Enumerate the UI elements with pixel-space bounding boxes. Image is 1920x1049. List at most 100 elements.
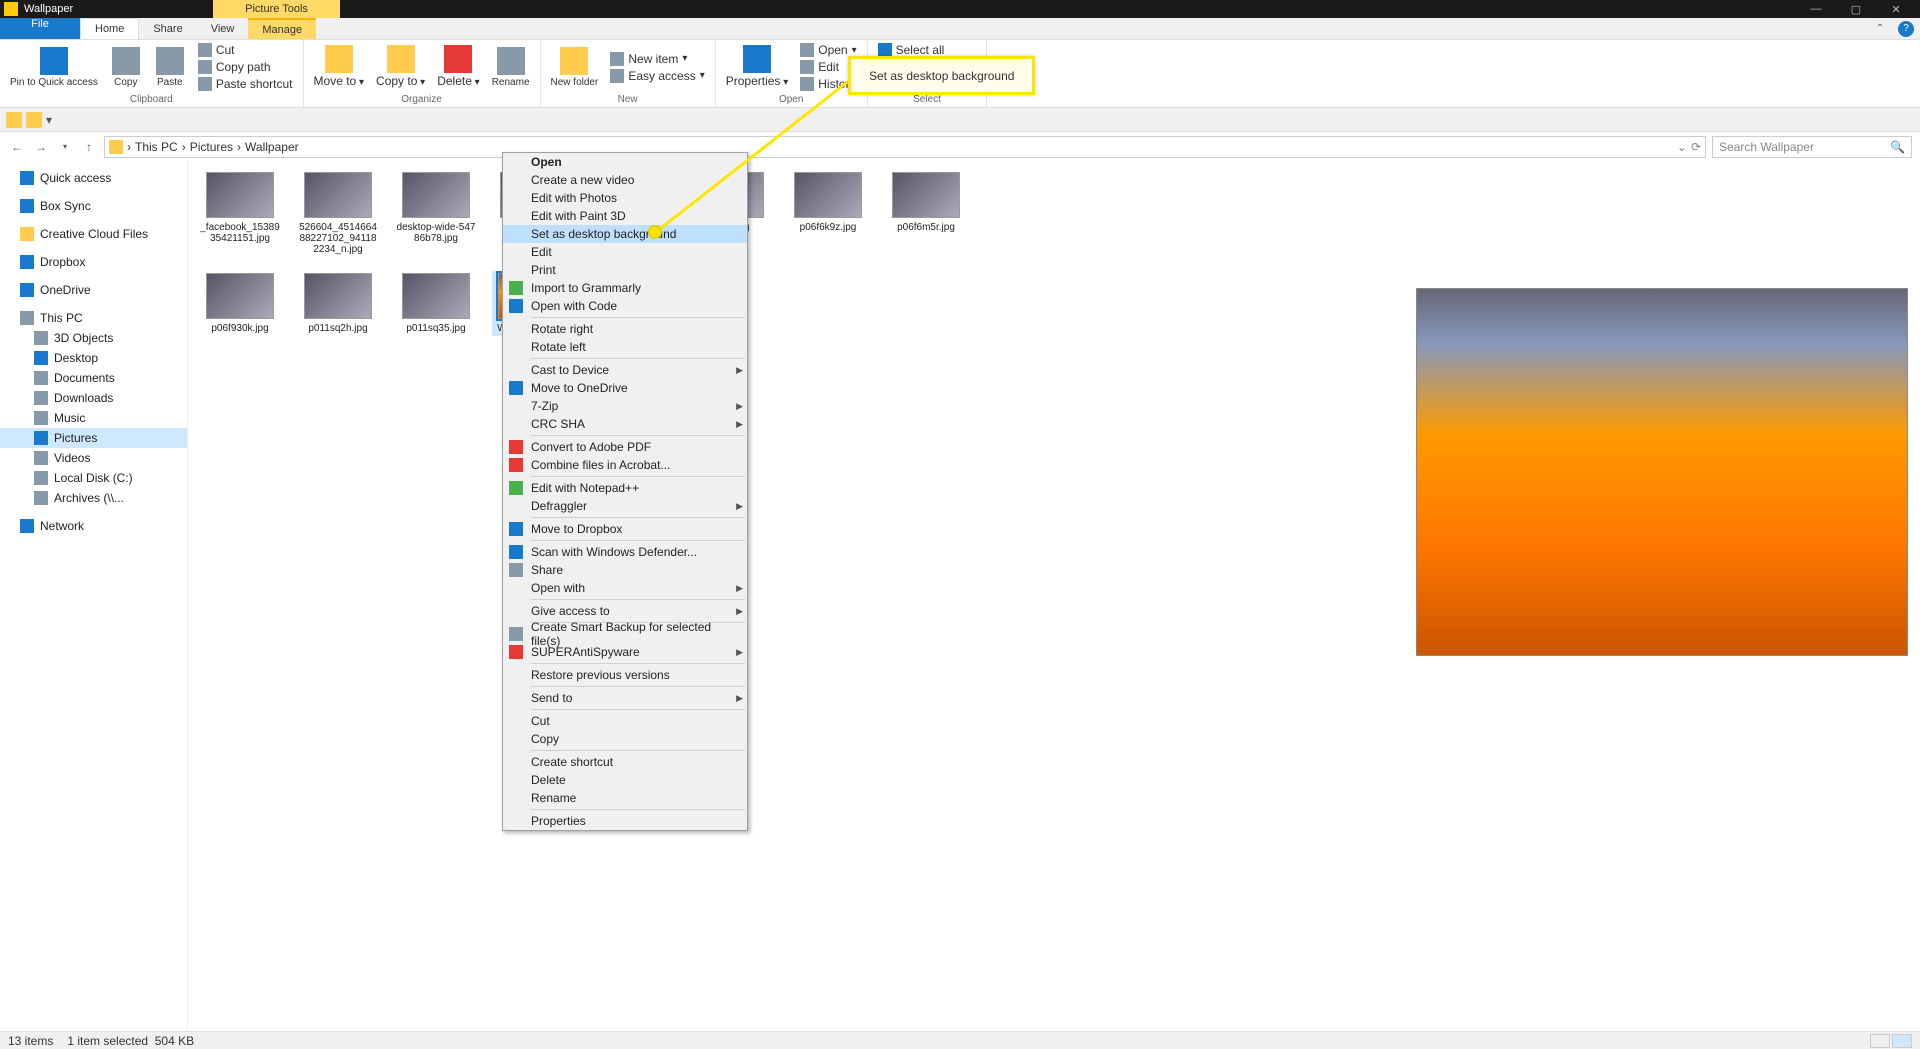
file-item[interactable]: p06f6k9z.jpg (788, 172, 868, 255)
file-item[interactable]: desktop-wide-54786b78.jpg (396, 172, 476, 255)
ctx-create-video[interactable]: Create a new video (503, 171, 747, 189)
up-button[interactable]: ↑ (80, 138, 98, 156)
ctx-rotate-right[interactable]: Rotate right (503, 320, 747, 338)
ctx-open-code[interactable]: Open with Code (503, 297, 747, 315)
ctx-superantispyware[interactable]: SUPERAntiSpyware▶ (503, 643, 747, 661)
sidebar-item-desktop[interactable]: Desktop (0, 348, 187, 368)
tab-share[interactable]: Share (139, 18, 196, 39)
ribbon-expand-icon[interactable]: ⌃ (1872, 21, 1888, 37)
paste-button[interactable]: Paste (150, 45, 190, 90)
copy-button[interactable]: Copy (106, 45, 146, 90)
file-item[interactable]: 526604_451466488227102_941182234_n.jpg (298, 172, 378, 255)
ctx-smart-backup[interactable]: Create Smart Backup for selected file(s) (503, 625, 747, 643)
ctx-restore-previous[interactable]: Restore previous versions (503, 666, 747, 684)
cut-button[interactable]: Cut (194, 42, 297, 58)
new-item-button[interactable]: New item ▾ (606, 51, 708, 67)
ctx-crc-sha[interactable]: CRC SHA▶ (503, 415, 747, 433)
close-button[interactable]: ✕ (1876, 3, 1916, 16)
file-area[interactable]: _facebook_1538935421151.jpg 526604_45146… (188, 160, 1920, 1031)
rename-button[interactable]: Rename (488, 45, 534, 90)
easy-access-button[interactable]: Easy access ▾ (606, 68, 708, 84)
sidebar-item-videos[interactable]: Videos (0, 448, 187, 468)
delete-button[interactable]: Delete ▾ (433, 43, 484, 90)
minimize-button[interactable]: — (1796, 3, 1836, 15)
file-item[interactable]: p06f6m5r.jpg (886, 172, 966, 255)
sidebar-item-documents[interactable]: Documents (0, 368, 187, 388)
ctx-combine-acrobat[interactable]: Combine files in Acrobat... (503, 456, 747, 474)
ctx-edit[interactable]: Edit (503, 243, 747, 261)
ctx-scan-defender[interactable]: Scan with Windows Defender... (503, 543, 747, 561)
tab-home[interactable]: Home (80, 18, 139, 39)
sidebar-item-archives[interactable]: Archives (\\... (0, 488, 187, 508)
sidebar-item-downloads[interactable]: Downloads (0, 388, 187, 408)
ctx-copy[interactable]: Copy (503, 730, 747, 748)
address-dropdown-icon[interactable]: ⌄ (1677, 140, 1687, 154)
ctx-share[interactable]: Share (503, 561, 747, 579)
sidebar-item-dropbox[interactable]: Dropbox (0, 252, 187, 272)
crumb-wallpaper[interactable]: Wallpaper (245, 140, 299, 154)
ctx-print[interactable]: Print (503, 261, 747, 279)
ctx-set-desktop-background[interactable]: Set as desktop background (503, 225, 747, 243)
back-button[interactable]: ← (8, 138, 26, 156)
breadcrumb[interactable]: › This PC › Pictures › Wallpaper ⌄ ⟳ (104, 136, 1706, 158)
copy-to-button[interactable]: Copy to ▾ (372, 43, 429, 90)
recent-dropdown-icon[interactable]: ▾ (56, 138, 74, 156)
ctx-give-access[interactable]: Give access to▶ (503, 602, 747, 620)
ctx-create-shortcut[interactable]: Create shortcut (503, 753, 747, 771)
sidebar-item-this-pc[interactable]: This PC (0, 308, 187, 328)
sidebar-item-onedrive[interactable]: OneDrive (0, 280, 187, 300)
ctx-cut[interactable]: Cut (503, 712, 747, 730)
ctx-properties[interactable]: Properties (503, 812, 747, 830)
sidebar-item-3d-objects[interactable]: 3D Objects (0, 328, 187, 348)
pin-quick-access-button[interactable]: Pin to Quick access (6, 45, 102, 90)
ctx-send-to[interactable]: Send to▶ (503, 689, 747, 707)
move-to-button[interactable]: Move to ▾ (310, 43, 369, 90)
ctx-edit-paint3d[interactable]: Edit with Paint 3D (503, 207, 747, 225)
folder-icon[interactable] (6, 112, 22, 128)
forward-button[interactable]: → (32, 138, 50, 156)
ctx-7zip[interactable]: 7-Zip▶ (503, 397, 747, 415)
properties-button[interactable]: Properties ▾ (722, 43, 793, 90)
ctx-rename[interactable]: Rename (503, 789, 747, 807)
qat-dropdown-icon[interactable]: ▾ (46, 113, 52, 127)
ctx-defraggler[interactable]: Defraggler▶ (503, 497, 747, 515)
help-icon[interactable]: ? (1898, 21, 1914, 37)
sidebar-item-network[interactable]: Network (0, 516, 187, 536)
ctx-cast-device[interactable]: Cast to Device▶ (503, 361, 747, 379)
file-item[interactable]: _facebook_1538935421151.jpg (200, 172, 280, 255)
sidebar-item-quick-access[interactable]: Quick access (0, 168, 187, 188)
file-item[interactable]: p011sq2h.jpg (298, 273, 378, 334)
file-item[interactable]: p06f930k.jpg (200, 273, 280, 334)
sidebar-item-pictures[interactable]: Pictures (0, 428, 187, 448)
ctx-open-with[interactable]: Open with▶ (503, 579, 747, 597)
ctx-convert-pdf[interactable]: Convert to Adobe PDF (503, 438, 747, 456)
ctx-edit-notepadpp[interactable]: Edit with Notepad++ (503, 479, 747, 497)
sidebar-item-local-disk[interactable]: Local Disk (C:) (0, 468, 187, 488)
view-thumbnails-button[interactable] (1892, 1034, 1912, 1048)
tab-file[interactable]: File (0, 18, 80, 39)
ctx-import-grammarly[interactable]: Import to Grammarly (503, 279, 747, 297)
ctx-delete[interactable]: Delete (503, 771, 747, 789)
ctx-open[interactable]: Open (503, 153, 747, 171)
ctx-move-onedrive[interactable]: Move to OneDrive (503, 379, 747, 397)
picture-tools-tab-header[interactable]: Picture Tools (213, 0, 340, 18)
file-item[interactable]: p011sq35.jpg (396, 273, 476, 334)
tab-view[interactable]: View (197, 18, 249, 39)
refresh-icon[interactable]: ⟳ (1691, 140, 1701, 154)
tab-manage[interactable]: Manage (248, 18, 316, 39)
crumb-pictures[interactable]: Pictures (190, 140, 233, 154)
sidebar-item-music[interactable]: Music (0, 408, 187, 428)
new-folder-button[interactable]: New folder (547, 45, 603, 90)
sidebar-item-box-sync[interactable]: Box Sync (0, 196, 187, 216)
folder-icon[interactable] (26, 112, 42, 128)
sidebar-item-creative-cloud[interactable]: Creative Cloud Files (0, 224, 187, 244)
ctx-move-dropbox[interactable]: Move to Dropbox (503, 520, 747, 538)
crumb-this-pc[interactable]: This PC (135, 140, 178, 154)
view-details-button[interactable] (1870, 1034, 1890, 1048)
paste-shortcut-button[interactable]: Paste shortcut (194, 76, 297, 92)
search-input[interactable]: Search Wallpaper 🔍 (1712, 136, 1912, 158)
ctx-rotate-left[interactable]: Rotate left (503, 338, 747, 356)
copy-path-button[interactable]: Copy path (194, 59, 297, 75)
ctx-edit-photos[interactable]: Edit with Photos (503, 189, 747, 207)
maximize-button[interactable]: ▢ (1836, 3, 1876, 16)
